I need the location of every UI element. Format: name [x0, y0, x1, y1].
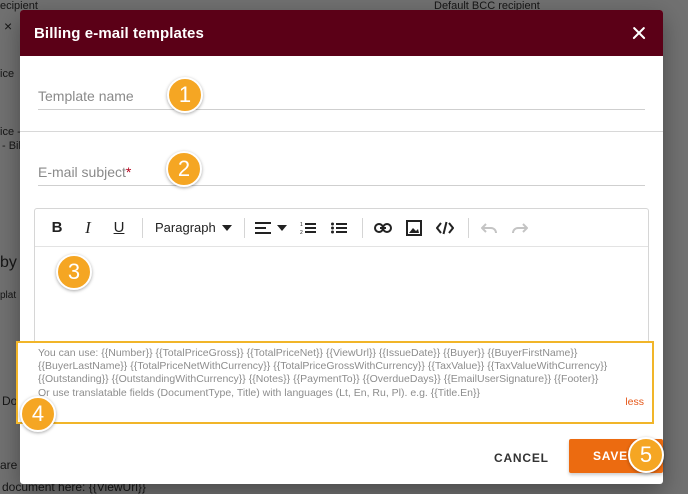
chevron-down-icon	[221, 224, 232, 231]
align-left-icon	[254, 221, 271, 234]
close-icon[interactable]	[629, 23, 649, 43]
numbered-list-button[interactable]: 12	[294, 214, 322, 242]
source-code-button[interactable]	[431, 214, 459, 242]
underline-button[interactable]: U	[105, 214, 133, 242]
template-name-field[interactable]: Template name	[38, 84, 645, 110]
annotation-badge-3: 3	[56, 254, 92, 290]
link-icon	[373, 222, 392, 233]
annotation-badge-4: 4	[20, 396, 56, 432]
svg-text:2: 2	[300, 230, 303, 235]
numbered-list-icon: 12	[300, 222, 316, 235]
required-mark: *	[125, 164, 132, 180]
less-link[interactable]: less	[625, 396, 644, 409]
cancel-button[interactable]: CANCEL	[494, 445, 549, 471]
editor-toolbar: B I U Paragraph 12	[35, 209, 648, 247]
hint-line: Or use translatable fields (DocumentType…	[38, 386, 480, 399]
toolbar-separator	[243, 217, 245, 238]
chevron-down-icon	[276, 224, 287, 231]
image-icon	[405, 219, 422, 236]
redo-button[interactable]	[506, 214, 534, 242]
email-subject-label: E-mail subject*	[38, 164, 131, 180]
hint-line: {{Outstanding}} {{OutstandingWithCurrenc…	[38, 373, 599, 386]
annotation-badge-5: 5	[628, 437, 664, 473]
paragraph-format-dropdown[interactable]: Paragraph	[149, 220, 238, 235]
undo-button[interactable]	[475, 214, 503, 242]
hint-line: {{BuyerLastName}} {{TotalPriceNetWithCur…	[38, 360, 608, 373]
insert-image-button[interactable]	[400, 214, 428, 242]
toolbar-separator	[142, 217, 143, 238]
code-icon	[435, 221, 454, 234]
placeholder-hint-box: You can use: {{Number}} {{TotalPriceGros…	[16, 341, 654, 424]
dialog-title: Billing e-mail templates	[34, 24, 204, 42]
divider	[20, 131, 663, 132]
bullet-list-button[interactable]	[325, 214, 353, 242]
email-subject-field[interactable]: E-mail subject*	[38, 160, 645, 186]
undo-icon	[480, 222, 497, 233]
template-name-label: Template name	[38, 88, 134, 104]
svg-text:1: 1	[300, 222, 303, 228]
align-dropdown[interactable]	[251, 214, 291, 242]
toolbar-separator	[467, 217, 469, 238]
annotation-badge-2: 2	[166, 151, 202, 187]
hint-line: You can use: {{Number}} {{TotalPriceGros…	[38, 347, 578, 359]
rich-text-editor: B I U Paragraph 12	[34, 208, 649, 358]
redo-icon	[511, 222, 528, 233]
annotation-badge-1: 1	[167, 77, 203, 113]
insert-link-button[interactable]	[369, 214, 397, 242]
italic-button[interactable]: I	[74, 214, 102, 242]
toolbar-separator	[361, 217, 363, 238]
dialog-header: Billing e-mail templates	[20, 10, 663, 56]
email-subject-label-text: E-mail subject	[38, 164, 126, 180]
bullet-list-icon	[330, 222, 347, 233]
paragraph-format-label: Paragraph	[155, 220, 216, 235]
bold-button[interactable]: B	[43, 214, 71, 242]
